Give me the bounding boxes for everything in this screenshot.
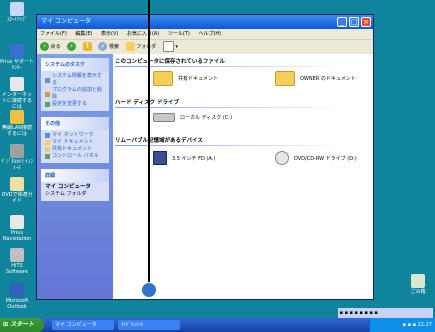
place-my-network[interactable]: マイ ネットワーク	[45, 132, 105, 139]
control-panel-icon	[45, 154, 50, 159]
forward-button[interactable]: ›	[67, 40, 77, 54]
details-panel: 詳細 マイ コンピュータ システム フォルダ	[41, 169, 109, 201]
menu-edit[interactable]: 編集(E)	[75, 31, 92, 37]
wireless-icon	[10, 110, 24, 124]
place-shared-documents[interactable]: 共有ドキュメント	[45, 146, 105, 153]
item-local-disk-c[interactable]: ローカル ディスク (C:)	[153, 113, 232, 122]
item-dvd-drive-d[interactable]: DVD/CD-RW ドライブ (D:)	[275, 151, 357, 165]
menu-file[interactable]: ファイル(F)	[40, 31, 67, 37]
search-button[interactable]: ⌕ 検索	[98, 40, 119, 54]
details-type: システム フォルダ	[45, 191, 87, 197]
windows-logo-icon: ⊞	[3, 321, 9, 328]
documents-folder-icon	[45, 140, 50, 145]
desktop-icon-internet[interactable]: インターネットに接続するには	[0, 77, 34, 110]
up-folder-button[interactable]: ↑	[82, 40, 92, 54]
content-area: このコンピュータに保存されているファイル 共有ドキュメント OWNER のドキュ…	[113, 54, 373, 299]
forward-arrow-icon: ›	[67, 42, 77, 51]
shared-folder-icon	[45, 147, 50, 152]
desktop-icon-recycle-bin[interactable]: ごみ箱	[401, 274, 435, 295]
system-tasks-header[interactable]: システムのタスク	[41, 58, 109, 71]
details-name: マイ コンピュータ	[45, 184, 91, 190]
my-computer-window: マイ コンピュータ _ □ × ファイル(F) 編集(E) 表示(V) お気に入…	[36, 14, 374, 300]
menu-view[interactable]: 表示(V)	[101, 31, 118, 37]
desktop-icon-hits[interactable]: HITS Software	[0, 248, 34, 275]
system-tasks-panel: システムのタスク システム情報を表示する プログラムの追加と削除 設定を変更する	[41, 58, 109, 111]
task-view-system-info[interactable]: システム情報を表示する	[45, 73, 105, 87]
menu-help[interactable]: ヘルプ(H)	[198, 31, 221, 37]
back-button[interactable]: ‹ 戻る	[40, 40, 61, 54]
menu-bar: ファイル(F) 編集(E) 表示(V) お気に入り(A) ツール(T) ヘルプ(…	[37, 29, 373, 40]
system-info-icon	[45, 77, 50, 83]
details-header[interactable]: 詳細	[41, 169, 109, 182]
start-button[interactable]: ⊞ スタート	[0, 318, 44, 332]
desktop-icon-outlook[interactable]: Microsoft Outlook	[0, 283, 34, 310]
menu-tools[interactable]: ツール(T)	[168, 31, 190, 37]
navistation-icon	[10, 215, 24, 229]
cursor-line-marker	[148, 0, 150, 290]
camera-icon	[10, 144, 24, 158]
up-folder-icon: ↑	[82, 42, 92, 51]
views-button[interactable]: ▾	[162, 40, 178, 54]
desktop-icon-startup[interactable]: ｽﾀｰﾄｱｯﾌﾟ	[0, 2, 34, 23]
dvd-guide-icon	[10, 177, 24, 191]
search-icon: ⌕	[98, 42, 108, 51]
place-control-panel[interactable]: コントロール パネル	[45, 153, 105, 160]
taskbar: ⊞ スタート マイ コンピュータ ﾏｲﾄﾞｷｭﾒﾝﾄ ▪ ▪ ▪ 22:27	[0, 318, 435, 332]
programs-icon	[45, 91, 50, 97]
window-titlebar[interactable]: マイ コンピュータ _ □ ×	[37, 15, 373, 29]
system-tray: ▪ ▪ ▪ 22:27	[369, 318, 435, 332]
folders-button[interactable]: フォルダ	[125, 40, 156, 54]
back-arrow-icon: ‹	[40, 42, 49, 51]
floppy-drive-icon	[153, 151, 167, 165]
views-dropdown-icon: ▾	[175, 44, 178, 50]
item-floppy-a[interactable]: 3.5 インチ FD (A:)	[153, 151, 215, 165]
folder-icon	[275, 71, 295, 86]
other-places-panel: その他 マイ ネットワーク マイ ドキュメント 共有ドキュメント コントロール …	[41, 117, 109, 163]
network-icon	[45, 133, 50, 138]
task-add-remove-programs[interactable]: プログラムの追加と削除	[45, 87, 105, 101]
startup-icon	[10, 2, 24, 16]
close-button[interactable]: ×	[361, 17, 371, 27]
window-title: マイ コンピュータ	[41, 18, 91, 25]
desktop-icon-navistation[interactable]: Prius Navistation	[0, 215, 34, 242]
internet-icon	[10, 77, 24, 91]
maximize-button[interactable]: □	[349, 17, 359, 27]
desktop: ｽﾀｰﾄｱｯﾌﾟ Prius サポートｾﾝﾀｰ インターネットに接続するには 無…	[0, 0, 435, 318]
toolbar: ‹ 戻る › ↑ ⌕ 検索 フォルダ ▾	[37, 40, 373, 55]
tray-icons: ▪ ▪ ▪	[402, 322, 418, 328]
desktop-icon-camera[interactable]: ﾃﾞｼﾞﾀﾙｶﾒﾗ ｲﾝﾌｫｰﾙ	[0, 144, 34, 171]
item-owner-documents[interactable]: OWNER のドキュメント	[275, 71, 356, 86]
menu-favorites[interactable]: お気に入り(A)	[127, 31, 159, 37]
recycle-bin-icon	[411, 274, 425, 288]
views-icon	[162, 41, 174, 52]
task-pane: システムのタスク システム情報を表示する プログラムの追加と削除 設定を変更する…	[37, 54, 113, 299]
support-icon	[10, 44, 24, 58]
taskbar-task-my-computer[interactable]: マイ コンピュータ	[52, 320, 114, 330]
folder-icon	[153, 71, 173, 86]
clock[interactable]: 22:27	[418, 322, 432, 328]
language-bar-icons: ▪ ▪ ▪ ▪ ▪ ▪ ▪ ▪	[338, 310, 378, 316]
minimize-button[interactable]: _	[337, 17, 347, 27]
folders-icon	[125, 42, 135, 51]
desktop-icon-support[interactable]: Prius サポートｾﾝﾀｰ	[0, 44, 34, 71]
outlook-icon	[10, 283, 24, 297]
desktop-icon-dvd-guide[interactable]: DVDで快適ガイド	[0, 177, 34, 204]
desktop-icon-wireless[interactable]: 無線LAN接続するには	[0, 110, 34, 137]
dvd-drive-icon	[275, 151, 289, 165]
control-panel-icon	[45, 102, 50, 107]
taskbar-task-my-documents[interactable]: ﾏｲﾄﾞｷｭﾒﾝﾄ	[118, 320, 180, 330]
task-change-settings[interactable]: 設定を変更する	[45, 101, 105, 108]
hard-drive-icon	[153, 113, 175, 122]
other-places-header[interactable]: その他	[41, 117, 109, 130]
place-my-documents[interactable]: マイ ドキュメント	[45, 139, 105, 146]
language-bar[interactable]: ▪ ▪ ▪ ▪ ▪ ▪ ▪ ▪	[338, 308, 433, 318]
cursor-dot-marker	[141, 282, 157, 298]
item-shared-documents[interactable]: 共有ドキュメント	[153, 71, 218, 86]
hits-icon	[10, 248, 24, 262]
